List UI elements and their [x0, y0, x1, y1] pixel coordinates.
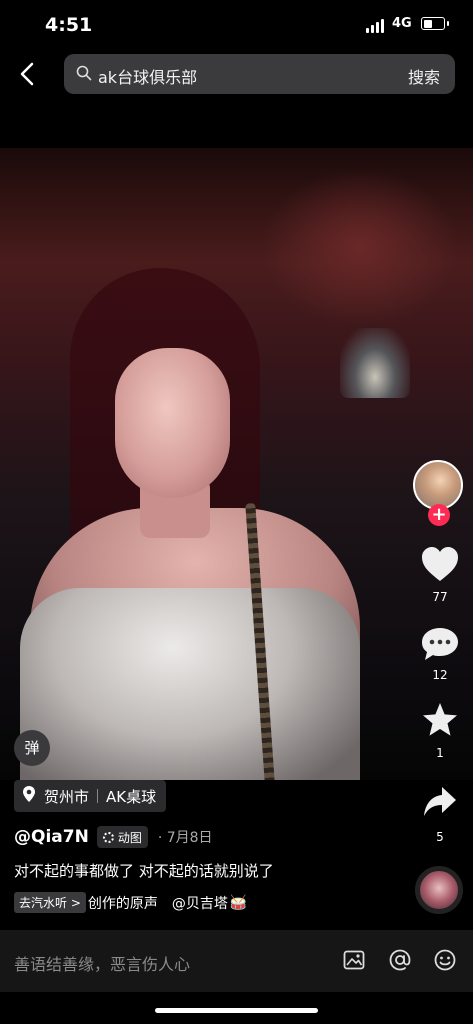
status-bar: 4:51 4G — [0, 0, 473, 50]
comment-bar: 善语结善缘，恶言伤人心 — [0, 930, 473, 992]
music-row: 去汽水听 > 创作的原声 @贝吉塔 🥁 — [14, 892, 247, 913]
favorite-count: 1 — [436, 746, 444, 760]
emoji-icon[interactable] — [433, 948, 457, 976]
search-input[interactable]: ak台球俱乐部 — [98, 64, 197, 88]
animated-icon — [102, 831, 114, 843]
location-city: 贺州市 — [44, 787, 90, 806]
qishui-music-button[interactable]: 去汽水听 > — [14, 892, 86, 913]
video-player[interactable] — [0, 148, 473, 780]
music-title[interactable]: 创作的原声 — [88, 893, 158, 913]
post-caption: 对不起的事都做了 对不起的话就别说了 — [14, 862, 274, 880]
post-date: · 7月8日 — [157, 830, 213, 846]
search-icon — [76, 65, 92, 85]
search-bar[interactable]: ak台球俱乐部 搜索 — [64, 54, 455, 94]
author-row: @Qia7N 动图 · 7月8日 — [14, 826, 213, 848]
signal-icon — [366, 19, 386, 33]
music-mention[interactable]: @贝吉塔 — [172, 893, 228, 913]
network-type: 4G — [392, 16, 412, 31]
location-pin-icon — [22, 785, 36, 807]
search-button[interactable]: 搜索 — [408, 64, 440, 88]
comment-icon[interactable] — [420, 626, 460, 666]
danmaku-toggle[interactable]: 弹 — [14, 730, 50, 766]
location-place: AK桌球 — [106, 787, 157, 806]
like-count: 77 — [432, 590, 448, 604]
follow-button[interactable]: + — [428, 504, 450, 526]
battery-icon — [421, 17, 449, 30]
home-indicator[interactable] — [155, 1008, 318, 1013]
image-icon[interactable] — [342, 948, 366, 976]
share-count: 5 — [436, 830, 444, 844]
comment-input[interactable]: 善语结善缘，恶言伤人心 — [14, 951, 190, 975]
author-username[interactable]: @Qia7N — [14, 827, 89, 847]
mention-icon[interactable] — [388, 948, 412, 976]
animated-badge: 动图 — [96, 826, 148, 848]
favorite-star-icon[interactable] — [421, 702, 459, 742]
like-icon[interactable] — [420, 545, 460, 587]
animated-badge-label: 动图 — [117, 830, 142, 845]
drum-icon: 🥁 — [229, 894, 248, 911]
share-icon[interactable] — [422, 785, 458, 823]
comment-count: 12 — [432, 668, 448, 682]
location-tag[interactable]: 贺州市 AK桌球 — [14, 780, 167, 812]
back-icon[interactable] — [14, 60, 42, 88]
music-disc-avatar[interactable] — [415, 866, 463, 914]
status-time: 4:51 — [45, 14, 93, 36]
author-avatar[interactable] — [413, 460, 463, 510]
location-divider — [97, 789, 99, 803]
